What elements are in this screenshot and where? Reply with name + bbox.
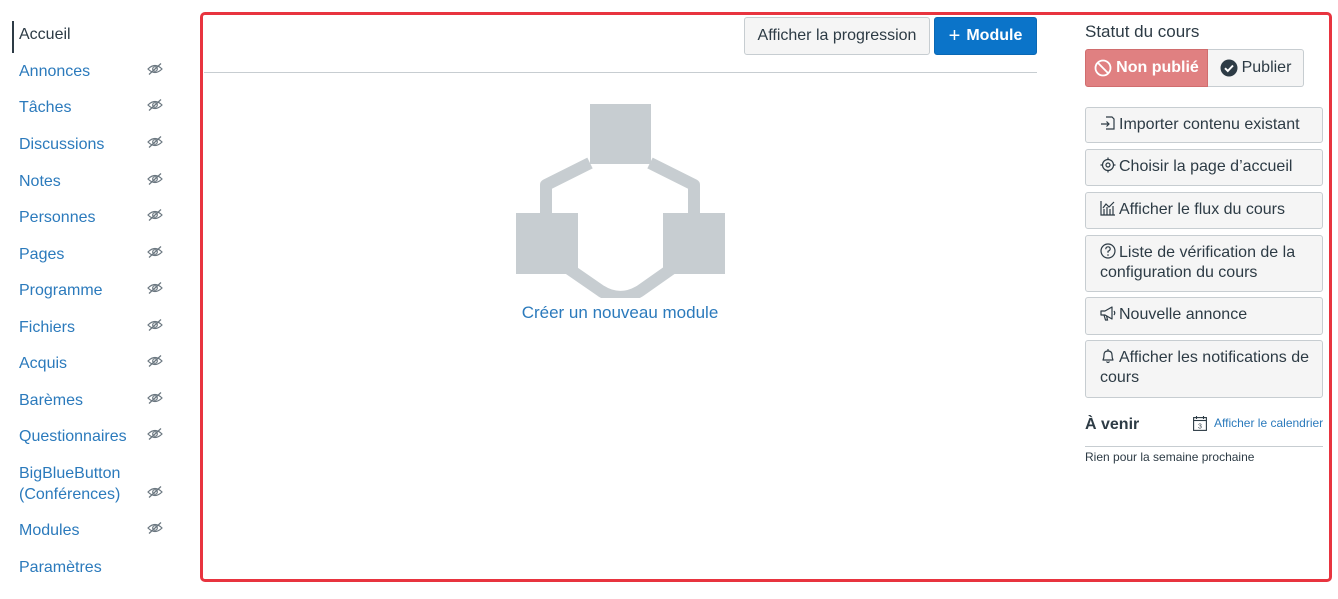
check-circle-icon [1220,59,1238,77]
choose-home-page-button[interactable]: Choisir la page d’accueil [1085,149,1323,186]
calendar-day: 3 [1198,423,1202,430]
course-stream-label: Afficher le flux du cours [1119,201,1286,218]
view-progress-label: Afficher la progression [757,27,917,44]
header-divider [204,72,1037,73]
course-notifications-label: Afficher les notifications de cours [1100,349,1310,386]
import-icon [1101,116,1115,130]
eye-slash-icon[interactable] [147,63,163,75]
target-icon [1100,157,1116,173]
eye-slash-icon[interactable] [147,246,163,258]
megaphone-icon [1100,306,1116,321]
add-module-button[interactable]: + Module [934,17,1037,55]
eye-slash-icon[interactable] [147,136,163,148]
upcoming-divider [1085,446,1323,447]
ban-icon [1094,59,1112,77]
course-status-title: Statut du cours [1085,22,1200,41]
create-module-link[interactable]: Créer un nouveau module [470,303,770,323]
publish-button[interactable]: Publier [1208,49,1304,87]
unpublish-label: Non publié [1116,59,1199,76]
import-content-label: Importer contenu existant [1119,116,1300,133]
view-progress-button[interactable]: Afficher la progression [744,17,930,55]
nav-item-bigbluebutton[interactable]: BigBlueButton (Conférences) [19,463,169,505]
upcoming-empty-text: Rien pour la semaine prochaine [1085,450,1255,464]
add-module-label: Module [966,27,1023,44]
active-indicator [12,21,14,53]
nav-item-label: Paramètres [19,559,102,576]
course-stream-button[interactable]: Afficher le flux du cours [1085,192,1323,229]
eye-slash-icon[interactable] [147,99,163,111]
import-content-button[interactable]: Importer contenu existant [1085,107,1323,143]
course-navigation: Accueil Annonces Tâches Discussions Note… [0,0,190,599]
modules-empty-illustration [516,104,725,298]
nav-item-parametres[interactable]: Paramètres [19,557,169,578]
eye-slash-icon[interactable] [147,173,163,185]
new-announcement-button[interactable]: Nouvelle annonce [1085,297,1323,335]
nav-item-label: Accueil [19,26,71,43]
eye-slash-icon[interactable] [147,522,163,534]
eye-slash-icon[interactable] [147,486,163,498]
unpublish-button[interactable]: Non publié [1085,49,1208,87]
stream-icon [1100,201,1115,216]
setup-checklist-label: Liste de vérification de la configuratio… [1100,244,1296,281]
plus-icon: + [948,24,961,47]
choose-home-page-label: Choisir la page d’accueil [1119,158,1293,175]
upcoming-heading: À venir [1085,416,1140,433]
view-calendar-link[interactable]: Afficher le calendrier [1214,416,1323,430]
new-announcement-label: Nouvelle annonce [1119,306,1248,323]
publish-label: Publier [1241,59,1292,76]
publish-toggle-group: Non publié Publier [1085,49,1304,87]
question-circle-icon [1100,243,1116,259]
bell-icon [1102,349,1114,364]
eye-slash-icon[interactable] [147,319,163,331]
eye-slash-icon[interactable] [147,209,163,221]
nav-item-accueil[interactable]: Accueil [19,24,169,45]
calendar-icon[interactable]: 3 [1193,416,1207,431]
eye-slash-icon[interactable] [147,428,163,440]
nav-item-label: BigBlueButton [19,465,121,482]
eye-slash-icon[interactable] [147,282,163,294]
setup-checklist-button[interactable]: Liste de vérification de la configuratio… [1085,235,1323,292]
course-notifications-button[interactable]: Afficher les notifications de cours [1085,340,1323,398]
eye-slash-icon[interactable] [147,355,163,367]
eye-slash-icon[interactable] [147,392,163,404]
